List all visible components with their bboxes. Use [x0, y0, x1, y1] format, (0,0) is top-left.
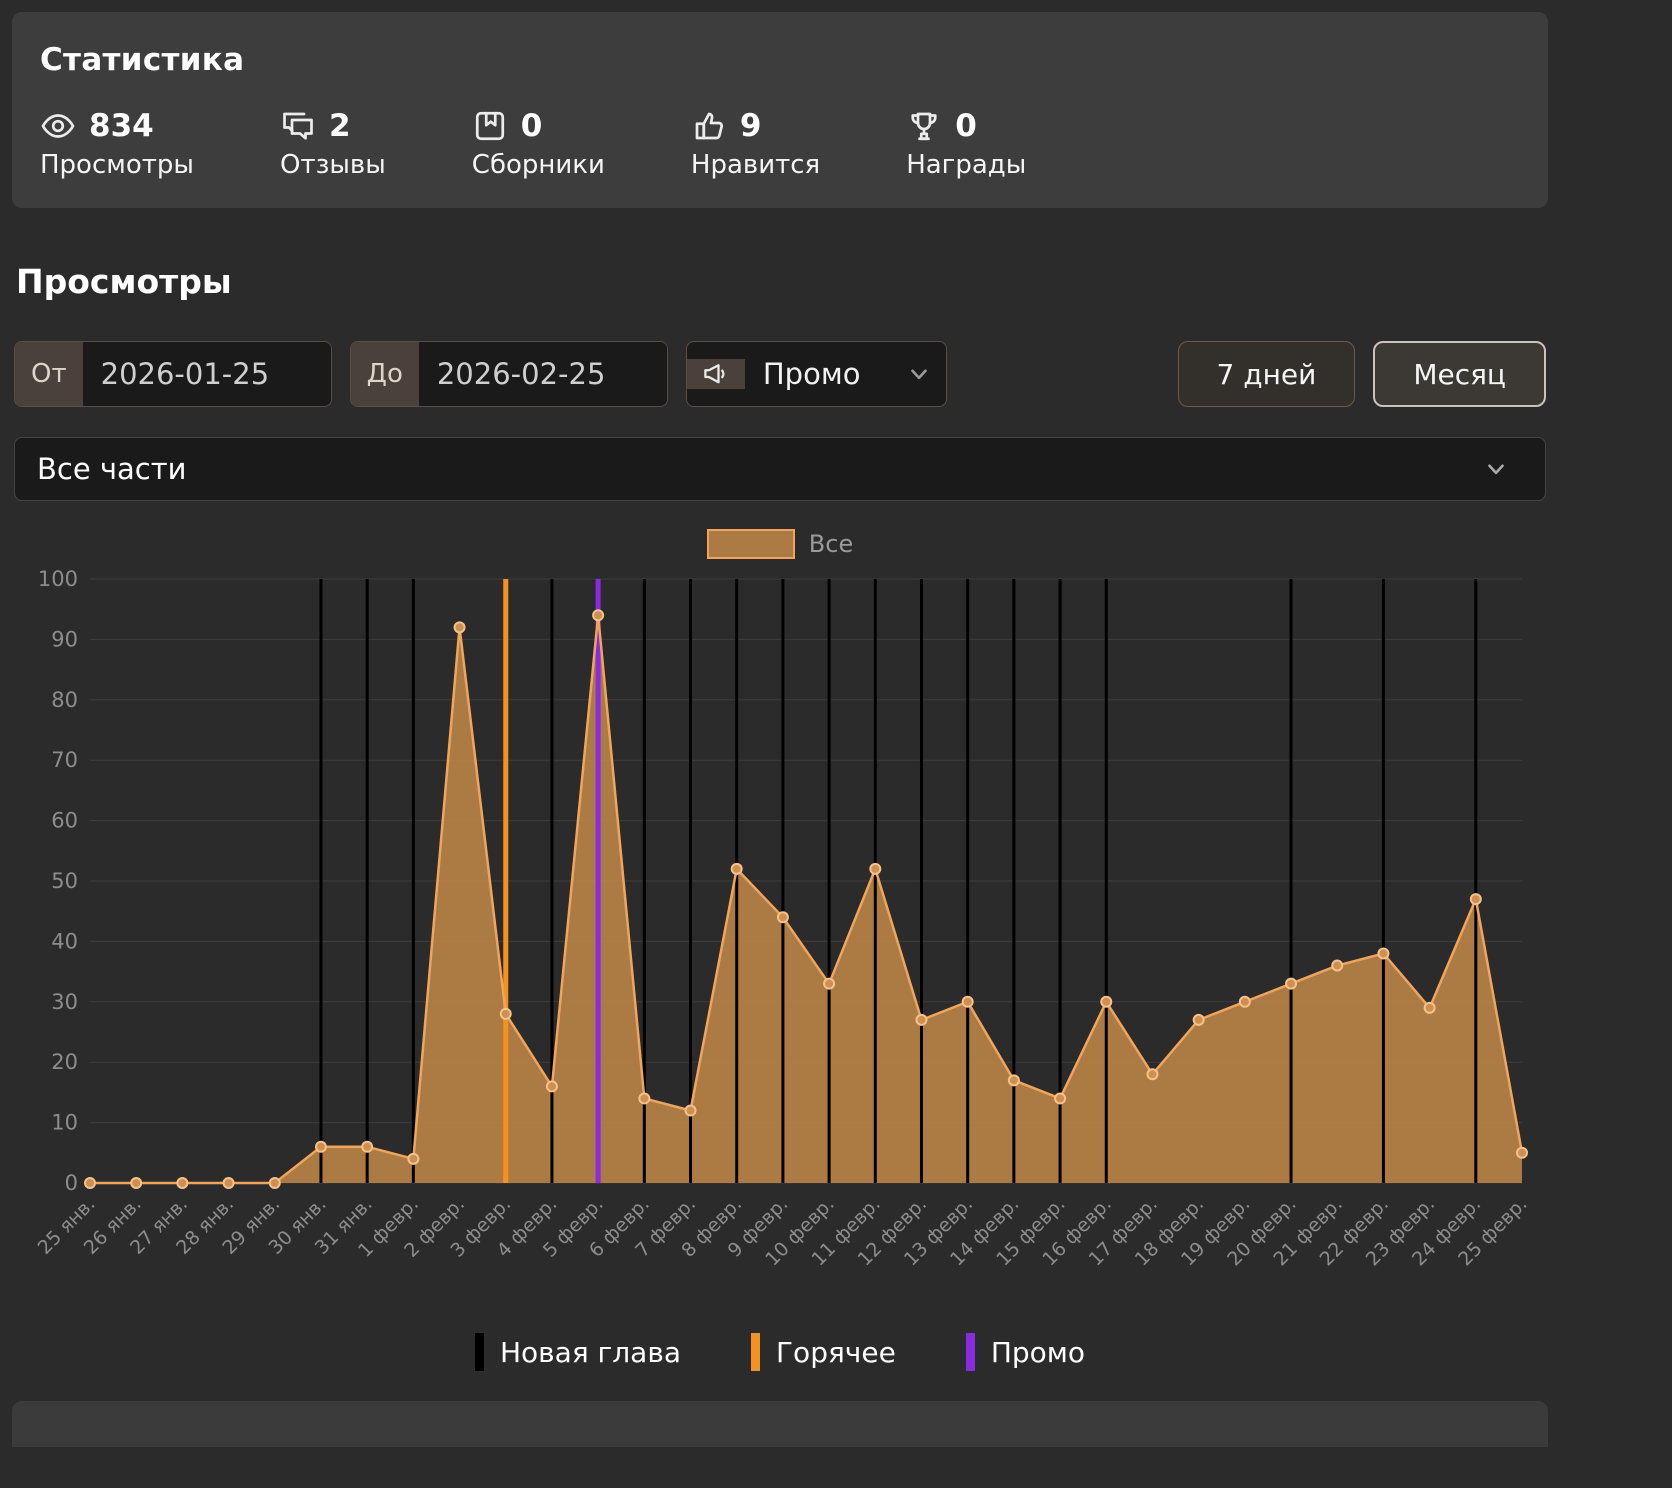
- trophy-icon: [906, 108, 942, 144]
- promo-marker-label: Промо: [990, 1335, 1086, 1369]
- views-section-title: Просмотры: [16, 262, 232, 301]
- statistics-title: Статистика: [40, 42, 245, 78]
- stat-awards-label: Награды: [906, 150, 1027, 180]
- svg-text:90: 90: [51, 627, 78, 651]
- statistics-card: Статистика 834 Просмотры 2 Отзывы 0 Сбор…: [12, 12, 1548, 208]
- marker-filter-value: Промо: [762, 357, 861, 391]
- svg-text:40: 40: [51, 929, 78, 953]
- stat-collections: 0 Сборники: [472, 108, 605, 180]
- svg-text:20: 20: [51, 1050, 78, 1074]
- views-chart: 0 10 20 30 40 50 60 70 80 90 100 25 янв. 26 янв. 27 я…: [12, 563, 1548, 1333]
- svg-text:80: 80: [51, 688, 78, 712]
- eye-icon: [40, 108, 76, 144]
- date-to-input[interactable]: [418, 342, 667, 406]
- stat-likes-value: 9: [739, 108, 762, 144]
- thumbs-up-icon: [691, 108, 727, 144]
- new-chapter-marker-swatch: [474, 1333, 484, 1371]
- legend-item-promo: Промо: [965, 1333, 1086, 1371]
- svg-text:70: 70: [51, 748, 78, 772]
- stat-comments-value: 2: [328, 108, 351, 144]
- chart-controls: От До Промо 7 дней Месяц: [14, 341, 1546, 407]
- svg-text:100: 100: [38, 567, 78, 591]
- stat-awards-value: 0: [955, 108, 977, 144]
- stats-row: 834 Просмотры 2 Отзывы 0 Сборники 9 Нрав…: [40, 108, 1520, 180]
- hot-marker-swatch: [750, 1333, 760, 1371]
- range-7days-button[interactable]: 7 дней: [1177, 341, 1356, 407]
- date-from-group: От: [14, 341, 332, 407]
- legend-item-new-chapter: Новая глава: [474, 1333, 681, 1371]
- parts-select-value: Все части: [37, 452, 187, 486]
- stat-views: 834 Просмотры: [40, 108, 194, 180]
- stat-comments: 2 Отзывы: [280, 108, 386, 180]
- svg-text:0: 0: [65, 1171, 78, 1195]
- statistics-page: Статистика 834 Просмотры 2 Отзывы 0 Сбор…: [12, 0, 1548, 1447]
- stat-likes-label: Нравится: [690, 150, 821, 180]
- chevron-down-icon: [906, 361, 946, 387]
- stat-collections-label: Сборники: [471, 150, 605, 180]
- svg-text:50: 50: [51, 869, 78, 893]
- comments-icon: [280, 108, 316, 144]
- svg-text:10: 10: [51, 1111, 78, 1135]
- series-legend-swatch: [706, 529, 795, 559]
- parts-select[interactable]: Все части: [14, 437, 1546, 501]
- stat-collections-value: 0: [520, 108, 543, 144]
- new-chapter-marker-label: Новая глава: [499, 1335, 681, 1369]
- stat-views-label: Просмотры: [40, 150, 194, 180]
- chart-series-legend: Все: [12, 529, 1548, 559]
- views-area-chart: 010203040506070809010025 янв.26 янв.27 я…: [34, 567, 1532, 1270]
- stat-awards: 0 Награды: [906, 108, 1026, 180]
- svg-text:60: 60: [51, 809, 78, 833]
- date-from-input[interactable]: [82, 342, 331, 406]
- marker-legend: Новая глава Горячее Промо: [12, 1333, 1548, 1371]
- svg-text:30: 30: [51, 990, 78, 1014]
- date-to-label: До: [350, 342, 419, 406]
- stat-likes: 9 Нравится: [691, 108, 820, 180]
- range-month-button[interactable]: Месяц: [1373, 341, 1546, 407]
- next-section-card: [12, 1401, 1548, 1447]
- stat-comments-label: Отзывы: [279, 150, 386, 180]
- collections-icon: [472, 108, 508, 144]
- megaphone-icon: [686, 359, 745, 389]
- promo-marker-swatch: [965, 1333, 975, 1371]
- stat-views-value: 834: [89, 108, 154, 144]
- series-legend-label: Все: [808, 530, 854, 558]
- chevron-down-icon: [1483, 456, 1523, 482]
- date-from-label: От: [15, 342, 83, 406]
- legend-item-hot: Горячее: [750, 1333, 896, 1371]
- date-to-group: До: [349, 341, 668, 407]
- marker-filter-select[interactable]: Промо: [685, 341, 948, 407]
- hot-marker-label: Горячее: [775, 1335, 896, 1369]
